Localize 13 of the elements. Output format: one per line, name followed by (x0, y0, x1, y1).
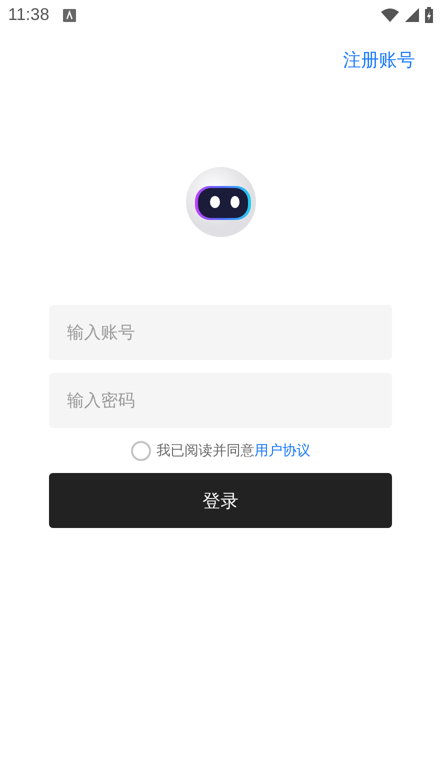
battery-icon (425, 7, 433, 23)
login-button[interactable]: 登录 (49, 473, 392, 528)
account-field[interactable]: 输入账号 (49, 305, 392, 360)
agreement-checkbox[interactable] (130, 441, 150, 461)
password-field[interactable]: 输入密码 (49, 373, 392, 428)
signal-icon (405, 8, 419, 22)
clock: 11:38 (8, 5, 50, 25)
register-link[interactable]: 注册账号 (343, 48, 415, 78)
agreement-text: 我已阅读并同意用户协议 (156, 442, 310, 460)
robot-logo (184, 166, 256, 238)
agreement-link[interactable]: 用户协议 (254, 443, 310, 459)
wifi-icon (381, 8, 399, 22)
notification-icon (63, 8, 76, 22)
